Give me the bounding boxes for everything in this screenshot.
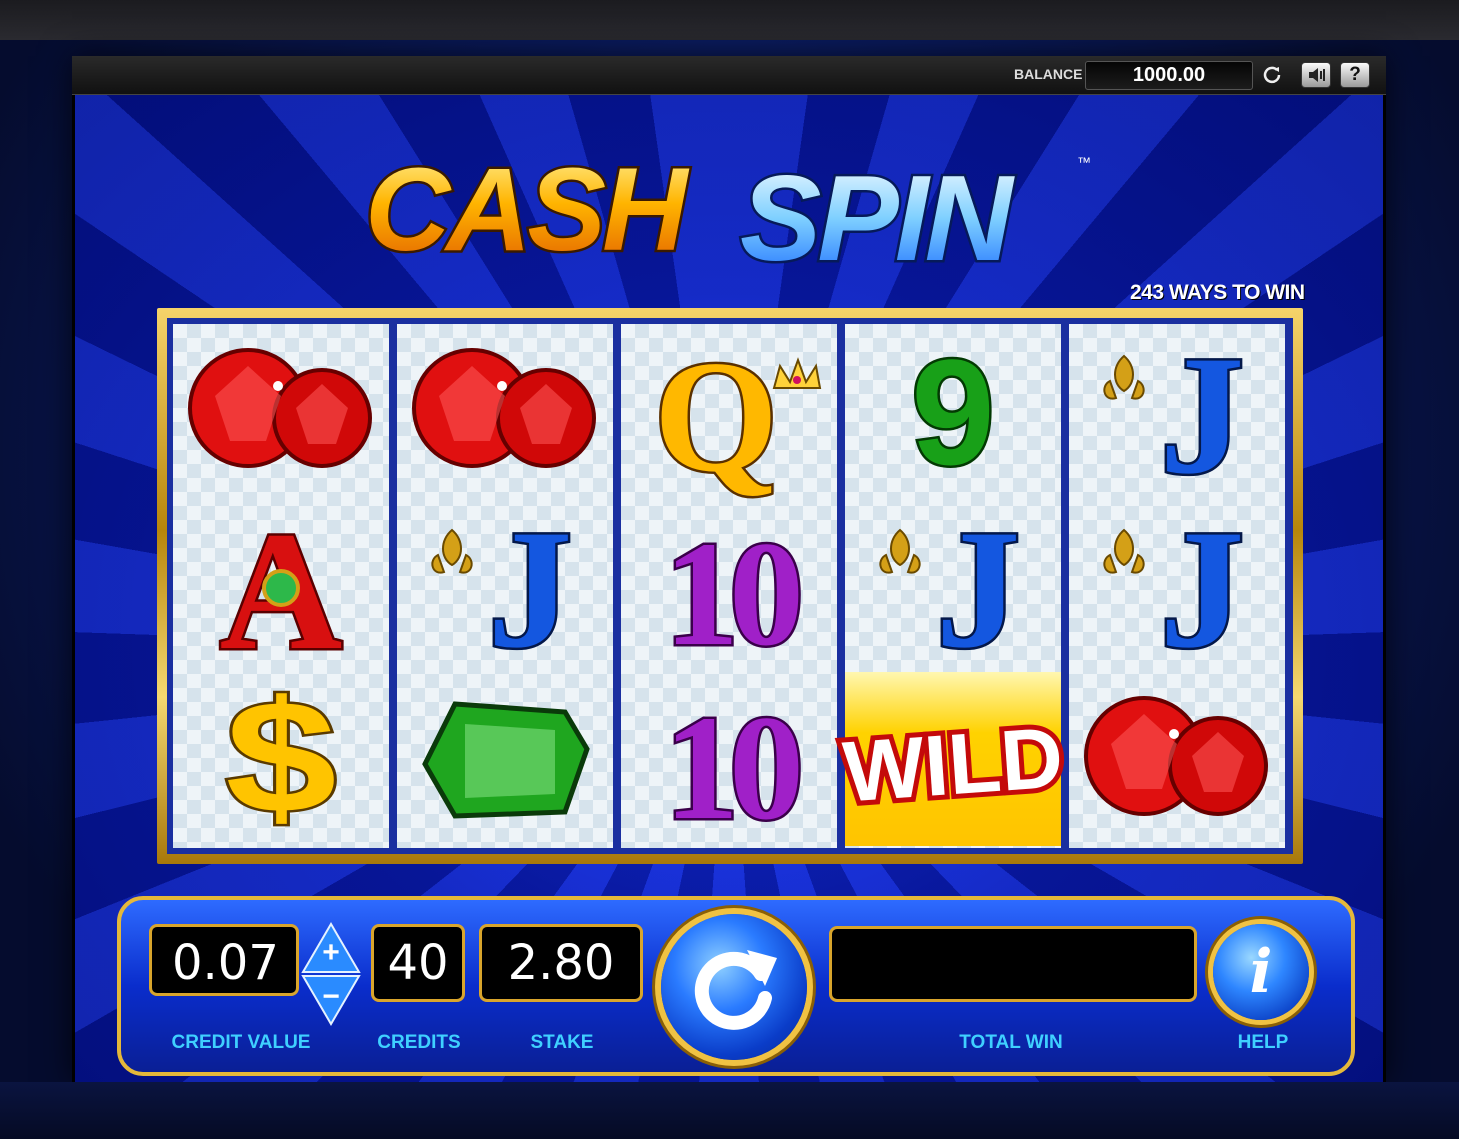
symbol-jack: J xyxy=(1069,493,1285,686)
total-win-label: TOTAL WIN xyxy=(959,1032,1063,1053)
wild-text: WILD xyxy=(840,709,1066,820)
emerald-icon xyxy=(422,701,590,819)
info-help-button[interactable]: i xyxy=(1213,924,1309,1020)
jack-icon: J xyxy=(1103,493,1247,686)
ten-icon: 10 xyxy=(662,509,812,680)
jack-letter: J xyxy=(1160,321,1245,509)
jack-letter: J xyxy=(1160,495,1245,683)
symbol-nine: 9 xyxy=(845,324,1061,499)
question-help-button[interactable]: ? xyxy=(1340,62,1370,88)
game-header: BALANCE 1000.00 ? xyxy=(72,56,1386,95)
red-gems-icon xyxy=(1084,696,1268,816)
stake-display: 2.80 xyxy=(479,924,643,1002)
queen-icon: Q xyxy=(651,325,822,508)
red-gems-icon xyxy=(412,348,596,468)
reel-3: Q 10 10 xyxy=(621,324,837,854)
credit-value-display: 0.07 xyxy=(149,924,299,996)
jack-icon: J xyxy=(431,493,575,686)
queen-letter: Q xyxy=(654,327,778,505)
refresh-icon[interactable] xyxy=(1262,64,1282,84)
symbol-ace: A xyxy=(173,495,389,688)
jack-letter: J xyxy=(936,495,1021,683)
minus-icon: − xyxy=(322,980,340,1013)
dollar-icon: $ xyxy=(223,665,340,849)
symbol-red-gems xyxy=(173,324,389,498)
credits-display: 40 xyxy=(371,924,465,1002)
credits-label: CREDITS xyxy=(377,1032,461,1053)
game-window: BALANCE 1000.00 ? CASH SPIN ™ 243 WAYS T… xyxy=(72,56,1386,1082)
info-icon: i xyxy=(1249,937,1273,1007)
balance-value: 1000.00 xyxy=(1085,61,1253,90)
ten-icon: 10 xyxy=(662,683,812,854)
logo-word-spin: SPIN xyxy=(740,150,1016,275)
jack-icon: J xyxy=(1103,319,1247,512)
symbol-red-gems xyxy=(397,324,613,498)
red-gems-icon xyxy=(188,348,372,468)
wild-icon: WILD xyxy=(835,704,1071,825)
help-label: HELP xyxy=(1237,1032,1289,1053)
symbol-dollar: $ xyxy=(173,665,389,849)
dollar-glyph: $ xyxy=(225,668,336,846)
control-panel: 0.07 + − 40 2.80 i CREDIT VALUE CREDITS … xyxy=(117,896,1355,1076)
sound-button[interactable] xyxy=(1301,62,1331,88)
logo-word-cash: CASH xyxy=(365,144,690,275)
spin-button[interactable] xyxy=(661,914,807,1060)
symbol-red-gems xyxy=(1069,672,1285,846)
plus-icon: + xyxy=(322,936,340,969)
logo-tm: ™ xyxy=(1077,154,1091,170)
ace-icon: A xyxy=(217,495,345,688)
game-stage: CASH SPIN ™ 243 WAYS TO WIN $ J Q 10 10 … xyxy=(75,95,1383,1082)
speaker-icon xyxy=(1309,68,1325,82)
nine-icon: 9 xyxy=(909,326,997,499)
nine-text: 9 xyxy=(911,328,994,496)
ways-to-win: 243 WAYS TO WIN xyxy=(1130,281,1305,304)
symbol-emerald xyxy=(397,672,613,846)
reel-4: 9 J WILD xyxy=(835,324,1071,848)
reel-2: J xyxy=(397,324,613,848)
credit-value-label: CREDIT VALUE xyxy=(171,1032,311,1053)
balance-label: BALANCE xyxy=(1014,66,1083,82)
symbol-jack: J xyxy=(397,493,613,686)
cash-spin-logo: CASH SPIN ™ xyxy=(363,142,1092,276)
reel-5: J J xyxy=(1069,319,1285,848)
browser-top-bar xyxy=(0,0,1459,40)
ten-text: 10 xyxy=(664,685,799,851)
stake-label: STAKE xyxy=(530,1032,594,1053)
reel-frame: A $ xyxy=(157,308,1303,864)
symbol-jack: J xyxy=(1069,319,1285,512)
symbol-wild: WILD xyxy=(835,672,1071,846)
jack-icon: J xyxy=(879,493,1023,686)
page-footer-glow xyxy=(0,1082,1459,1139)
reel-1: A $ xyxy=(173,324,389,849)
symbol-queen: Q xyxy=(621,324,837,508)
jack-letter: J xyxy=(488,495,573,683)
credit-value-stepper[interactable]: + − xyxy=(301,922,361,1026)
symbol-ten: 10 xyxy=(621,672,837,854)
total-win-display xyxy=(829,926,1197,1002)
ten-text: 10 xyxy=(664,511,799,677)
spin-arrow-icon xyxy=(694,950,777,1030)
symbol-ten: 10 xyxy=(621,498,837,680)
reel-area: A $ xyxy=(167,318,1293,854)
symbol-jack: J xyxy=(845,493,1061,686)
